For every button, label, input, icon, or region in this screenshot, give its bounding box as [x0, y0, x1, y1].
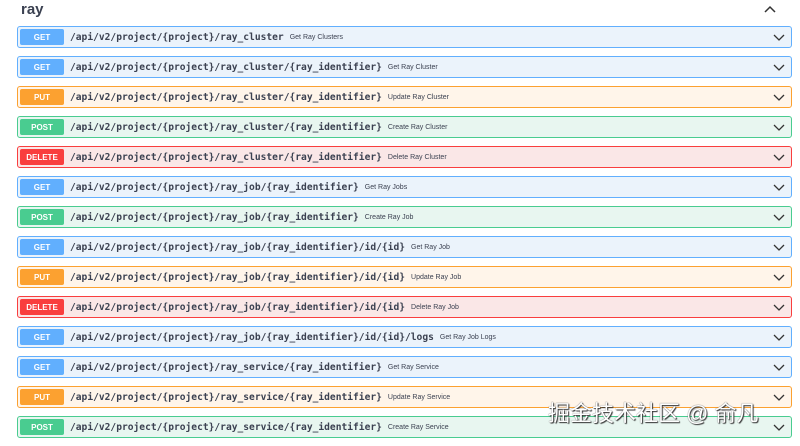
operation-put-row[interactable]: PUT/api/v2/project/{project}/ray_job/{ra…: [17, 266, 792, 288]
operations-list: GET/api/v2/project/{project}/ray_cluster…: [17, 26, 792, 446]
operation-summary: Create Ray Job: [364, 213, 414, 221]
operation-summary: Update Ray Job: [411, 273, 462, 281]
operation-path: /api/v2/project/{project}/ray_cluster/{r…: [70, 121, 382, 133]
operation-summary: Update Ray Service: [387, 393, 451, 401]
chevron-down-icon[interactable]: [773, 302, 785, 312]
operation-delete-row[interactable]: DELETE/api/v2/project/{project}/ray_job/…: [17, 296, 792, 318]
operation-path: /api/v2/project/{project}/ray_service/{r…: [70, 421, 382, 433]
chevron-down-icon[interactable]: [773, 92, 785, 102]
operation-summary: Create Ray Cluster: [387, 123, 448, 131]
operation-get-row[interactable]: GET/api/v2/project/{project}/ray_job/{ra…: [17, 326, 792, 348]
chevron-down-icon[interactable]: [773, 122, 785, 132]
chevron-down-icon[interactable]: [773, 212, 785, 222]
operation-path: /api/v2/project/{project}/ray_job/{ray_i…: [70, 331, 434, 343]
operation-get-row[interactable]: GET/api/v2/project/{project}/ray_cluster…: [17, 26, 792, 48]
method-badge: GET: [20, 239, 64, 255]
chevron-down-icon[interactable]: [773, 62, 785, 72]
operation-path: /api/v2/project/{project}/ray_job/{ray_i…: [70, 181, 359, 193]
operation-summary: Get Ray Job: [411, 243, 450, 251]
method-badge: GET: [20, 329, 64, 345]
method-badge: POST: [20, 419, 64, 435]
operation-summary: Get Ray Job Logs: [439, 333, 496, 341]
operation-summary: Delete Ray Job: [411, 303, 459, 311]
operation-path: /api/v2/project/{project}/ray_job/{ray_i…: [70, 271, 406, 283]
operation-path: /api/v2/project/{project}/ray_service/{r…: [70, 361, 382, 373]
operation-summary: Delete Ray Cluster: [387, 153, 447, 161]
operation-delete-row[interactable]: DELETE/api/v2/project/{project}/ray_clus…: [17, 146, 792, 168]
operation-path: /api/v2/project/{project}/ray_cluster: [70, 31, 284, 43]
chevron-down-icon[interactable]: [773, 362, 785, 372]
chevron-down-icon[interactable]: [773, 422, 785, 432]
operation-post-row[interactable]: POST/api/v2/project/{project}/ray_cluste…: [17, 116, 792, 138]
operation-summary: Get Ray Service: [387, 363, 439, 371]
method-badge: POST: [20, 209, 64, 225]
method-badge: DELETE: [20, 149, 64, 165]
operation-path: /api/v2/project/{project}/ray_cluster/{r…: [70, 151, 382, 163]
chevron-down-icon[interactable]: [773, 242, 785, 252]
method-badge: POST: [20, 119, 64, 135]
chevron-down-icon[interactable]: [773, 272, 785, 282]
operation-post-row[interactable]: POST/api/v2/project/{project}/ray_job/{r…: [17, 206, 792, 228]
operation-path: /api/v2/project/{project}/ray_cluster/{r…: [70, 91, 382, 103]
tag-header-ray[interactable]: ray: [0, 0, 800, 22]
method-badge: GET: [20, 359, 64, 375]
watermark: 掘金技术社区 @ 俞凡: [548, 401, 759, 426]
operation-put-row[interactable]: PUT/api/v2/project/{project}/ray_cluster…: [17, 86, 792, 108]
operation-get-row[interactable]: GET/api/v2/project/{project}/ray_job/{ra…: [17, 236, 792, 258]
operation-summary: Create Ray Service: [387, 423, 449, 431]
operation-path: /api/v2/project/{project}/ray_job/{ray_i…: [70, 301, 406, 313]
operation-get-row[interactable]: GET/api/v2/project/{project}/ray_service…: [17, 356, 792, 378]
method-badge: PUT: [20, 89, 64, 105]
chevron-down-icon[interactable]: [773, 332, 785, 342]
method-badge: GET: [20, 59, 64, 75]
method-badge: GET: [20, 179, 64, 195]
method-badge: PUT: [20, 269, 64, 285]
operation-get-row[interactable]: GET/api/v2/project/{project}/ray_job/{ra…: [17, 176, 792, 198]
operation-path: /api/v2/project/{project}/ray_cluster/{r…: [70, 61, 382, 73]
operation-path: /api/v2/project/{project}/ray_job/{ray_i…: [70, 241, 406, 253]
method-badge: DELETE: [20, 299, 64, 315]
chevron-down-icon[interactable]: [773, 152, 785, 162]
operation-path: /api/v2/project/{project}/ray_job/{ray_i…: [70, 211, 359, 223]
method-badge: GET: [20, 29, 64, 45]
operation-path: /api/v2/project/{project}/ray_service/{r…: [70, 391, 382, 403]
operation-summary: Get Ray Clusters: [289, 33, 344, 41]
tag-title: ray: [21, 1, 44, 18]
operation-summary: Get Ray Cluster: [387, 63, 438, 71]
chevron-down-icon[interactable]: [773, 392, 785, 402]
operation-get-row[interactable]: GET/api/v2/project/{project}/ray_cluster…: [17, 56, 792, 78]
chevron-down-icon[interactable]: [773, 182, 785, 192]
chevron-down-icon[interactable]: [773, 32, 785, 42]
chevron-up-icon[interactable]: [762, 2, 778, 18]
operation-summary: Update Ray Cluster: [387, 93, 449, 101]
operation-summary: Get Ray Jobs: [364, 183, 408, 191]
method-badge: PUT: [20, 389, 64, 405]
